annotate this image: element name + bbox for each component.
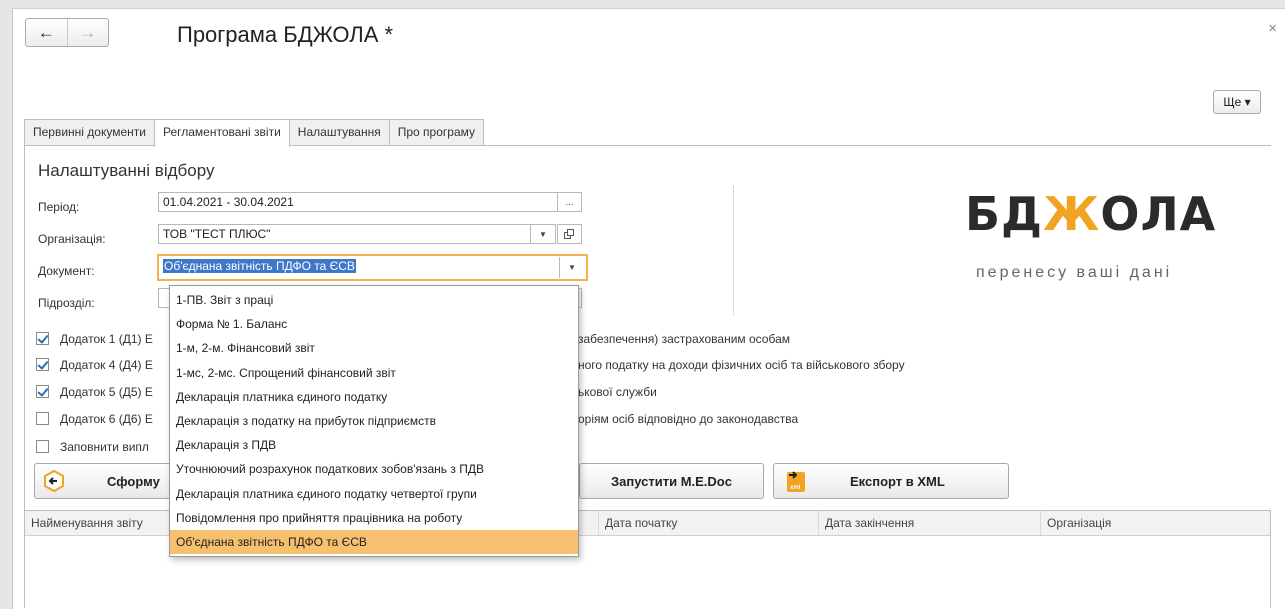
appendix5-checkbox[interactable] bbox=[36, 385, 49, 398]
launch-medoc-button[interactable]: Запустити M.E.Doc bbox=[579, 463, 764, 499]
dropdown-option[interactable]: Повідомлення про прийняття працівника на… bbox=[170, 506, 578, 530]
dropdown-option[interactable]: Форма № 1. Баланс bbox=[170, 312, 578, 336]
column-organization[interactable]: Організація bbox=[1041, 511, 1270, 535]
form-report-label: Сформу bbox=[107, 473, 160, 489]
document-dropdown-list: 1-ПВ. Звіт з праці Форма № 1. Баланс 1-м… bbox=[169, 285, 579, 557]
appendix1-label: Додаток 1 (Д1) Е bbox=[60, 332, 153, 346]
appendix5-label-tail: ькової служби bbox=[578, 385, 657, 399]
document-label: Документ: bbox=[38, 264, 95, 278]
logo-part: ОЛА bbox=[1100, 187, 1217, 241]
logo-part: БД bbox=[965, 187, 1044, 241]
export-xml-button[interactable]: xml Експорт в XML bbox=[773, 463, 1009, 499]
document-dropdown-button[interactable]: ▼ bbox=[559, 257, 584, 278]
fill-payments-label: Заповнити випл bbox=[60, 440, 149, 454]
close-icon[interactable]: × bbox=[1268, 20, 1277, 37]
organization-label: Організація: bbox=[38, 232, 106, 246]
column-end-date[interactable]: Дата закінчення bbox=[819, 511, 1041, 535]
tab-about[interactable]: Про програму bbox=[388, 119, 485, 145]
appendix6-label: Додаток 6 (Д6) Е bbox=[60, 412, 153, 426]
window-title: Програма БДЖОЛА * bbox=[177, 22, 394, 47]
dropdown-option[interactable]: Декларація платника єдиного податку bbox=[170, 385, 578, 409]
tab-regulated-reports[interactable]: Регламентовані звіти bbox=[153, 119, 290, 147]
xml-file-icon: xml bbox=[787, 471, 805, 492]
appendix6-checkbox[interactable] bbox=[36, 412, 49, 425]
tab-settings[interactable]: Налаштування bbox=[288, 119, 390, 145]
logo-accent-letter: Ж bbox=[1043, 187, 1101, 241]
organization-open-button[interactable] bbox=[557, 224, 582, 244]
dropdown-option[interactable]: Декларація з податку на прибуток підприє… bbox=[170, 409, 578, 433]
appendix4-label: Додаток 4 (Д4) Е bbox=[60, 358, 153, 372]
appendix1-label-tail: забезпечення) застрахованим особам bbox=[578, 332, 790, 346]
bdzhola-logo: БДЖОЛА bbox=[965, 188, 1216, 240]
dropdown-option[interactable]: Уточнюючий розрахунок податкових зобов'я… bbox=[170, 457, 578, 481]
appendix1-checkbox[interactable] bbox=[36, 332, 49, 345]
form-report-button[interactable]: Сформу bbox=[34, 463, 174, 499]
appendix4-checkbox[interactable] bbox=[36, 358, 49, 371]
appendix4-label-tail: ного податку на доходи фізичних осіб та … bbox=[578, 358, 905, 372]
tab-primary-documents[interactable]: Первинні документи bbox=[24, 119, 155, 145]
period-field[interactable]: 01.04.2021 - 30.04.2021 bbox=[158, 192, 558, 212]
document-field-value: Об'єднана звітність ПДФО та ЄСВ bbox=[163, 259, 356, 273]
fill-payments-checkbox[interactable] bbox=[36, 440, 49, 453]
more-menu-button[interactable]: Ще ▾ bbox=[1213, 90, 1261, 114]
organization-dropdown-button[interactable]: ▼ bbox=[530, 224, 556, 244]
period-label: Період: bbox=[38, 200, 80, 214]
appendix6-label-tail: оріям осіб відповідно до законодавства bbox=[578, 412, 799, 426]
document-field[interactable]: Об'єднана звітність ПДФО та ЄСВ bbox=[157, 254, 588, 281]
navigation-buttons: ← → bbox=[25, 18, 109, 47]
chevron-down-icon: ▼ bbox=[568, 263, 576, 272]
back-arrow-icon[interactable]: ← bbox=[26, 19, 68, 46]
subdivision-label: Підрозділ: bbox=[38, 296, 95, 310]
logo-tagline: перенесу ваші дані bbox=[976, 264, 1173, 281]
dropdown-option[interactable]: Декларація платника єдиного податку четв… bbox=[170, 482, 578, 506]
divider bbox=[733, 186, 734, 316]
svg-text:xml: xml bbox=[790, 485, 801, 491]
open-window-icon bbox=[564, 228, 574, 239]
column-start-date[interactable]: Дата початку bbox=[599, 511, 819, 535]
export-xml-label: Експорт в XML bbox=[850, 473, 945, 489]
forward-arrow-icon[interactable]: → bbox=[68, 19, 109, 46]
appendix5-label: Додаток 5 (Д5) Е bbox=[60, 385, 153, 399]
generate-icon bbox=[44, 470, 64, 492]
dropdown-option[interactable]: 1-ПВ. Звіт з праці bbox=[170, 288, 578, 312]
period-select-button[interactable]: ... bbox=[557, 192, 582, 212]
dropdown-option-selected[interactable]: Об'єднана звітність ПДФО та ЄСВ bbox=[170, 529, 578, 555]
filters-title: Налаштуванні відбору bbox=[38, 161, 215, 180]
tab-bar: Первинні документи Регламентовані звіти … bbox=[24, 119, 485, 147]
dropdown-option[interactable]: 1-м, 2-м. Фінансовий звіт bbox=[170, 336, 578, 360]
dropdown-option[interactable]: 1-мс, 2-мс. Спрощений фінансовий звіт bbox=[170, 361, 578, 385]
organization-field[interactable]: ТОВ "ТЕСТ ПЛЮС" bbox=[158, 224, 531, 244]
dropdown-option[interactable]: Декларація з ПДВ bbox=[170, 433, 578, 457]
chevron-down-icon: ▼ bbox=[539, 229, 547, 239]
